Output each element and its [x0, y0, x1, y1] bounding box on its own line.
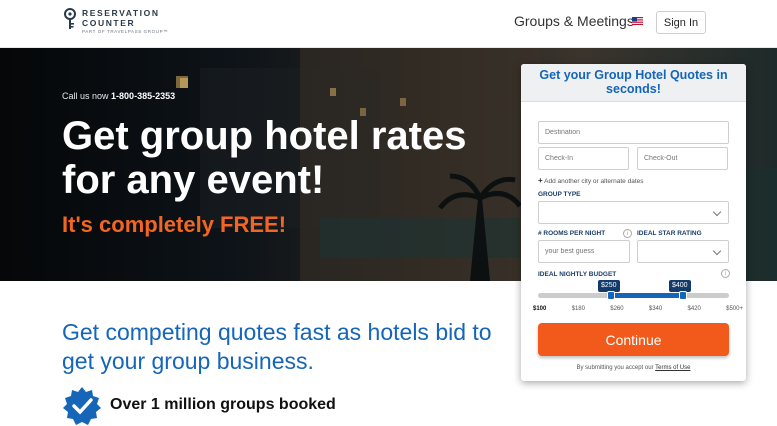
budget-min-handle[interactable] — [607, 291, 615, 300]
logo-line-1: RESERVATION — [82, 8, 160, 18]
info-icon[interactable]: i — [623, 229, 632, 238]
terms-text: By submitting you accept our Terms of Us… — [521, 365, 746, 371]
info-icon[interactable]: i — [721, 269, 730, 278]
phone-number[interactable]: 1-800-385-2353 — [111, 91, 175, 101]
chevron-down-icon — [712, 207, 722, 217]
call-prefix: Call us now — [62, 91, 109, 101]
quote-form-card: Get your Group Hotel Quotes in seconds! … — [521, 64, 746, 381]
subheading: Get competing quotes fast as hotels bid … — [62, 319, 492, 374]
site-header: RESERVATION COUNTER PART OF TRAVELPASS G… — [0, 0, 777, 48]
group-type-label: GROUP TYPE — [538, 191, 581, 198]
budget-tick: $100 — [533, 306, 547, 312]
key-pin-icon — [64, 8, 76, 29]
groups-booked-text: Over 1 million groups booked — [110, 396, 336, 413]
terms-of-use-link[interactable]: Terms of Use — [655, 365, 690, 371]
call-us-text: Call us now 1-800-385-2353 — [62, 91, 175, 101]
budget-ticks: $100 $180 $260 $340 $420 $500+ — [533, 306, 743, 312]
verified-badge-icon — [63, 387, 101, 425]
form-title: Get your Group Hotel Quotes in seconds! — [521, 64, 746, 102]
budget-label: IDEAL NIGHTLY BUDGET — [538, 271, 617, 278]
rooms-label: # ROOMS PER NIGHT — [538, 230, 606, 237]
budget-tick: $340 — [648, 306, 663, 312]
budget-tick: $260 — [610, 306, 624, 312]
hero-headline: Get group hotel rates for any event! — [62, 114, 467, 202]
hero-free-text: It's completely FREE! — [62, 212, 287, 237]
logo[interactable]: RESERVATION COUNTER PART OF TRAVELPASS G… — [63, 8, 168, 34]
budget-max-handle[interactable] — [679, 291, 687, 300]
checkout-input[interactable] — [637, 147, 728, 170]
budget-slider-track[interactable] — [538, 293, 729, 298]
add-city-link[interactable]: + Add another city or alternate dates — [538, 176, 644, 185]
budget-slider-range — [611, 293, 683, 298]
rooms-input[interactable] — [538, 240, 630, 263]
chevron-down-icon — [712, 246, 722, 256]
us-flag-icon[interactable] — [632, 17, 643, 25]
logo-line-2: COUNTER — [82, 18, 136, 28]
budget-tick: $180 — [571, 306, 585, 312]
destination-input[interactable] — [538, 121, 729, 144]
checkin-input[interactable] — [538, 147, 629, 170]
budget-tick: $420 — [687, 306, 701, 312]
plus-icon: + — [538, 176, 543, 185]
logo-tagline: PART OF TRAVELPASS GROUP™ — [82, 29, 169, 34]
terms-prefix: By submitting you accept our — [576, 365, 654, 371]
continue-button[interactable]: Continue — [538, 323, 729, 356]
nav-groups-meetings[interactable]: Groups & Meetings — [514, 13, 634, 29]
budget-tick: $500+ — [726, 306, 743, 312]
star-rating-label: IDEAL STAR RATING — [637, 230, 702, 237]
star-rating-select[interactable] — [637, 240, 729, 263]
sign-in-button[interactable]: Sign In — [656, 11, 706, 34]
group-type-select[interactable] — [538, 201, 729, 224]
add-city-label: Add another city or alternate dates — [544, 178, 644, 185]
